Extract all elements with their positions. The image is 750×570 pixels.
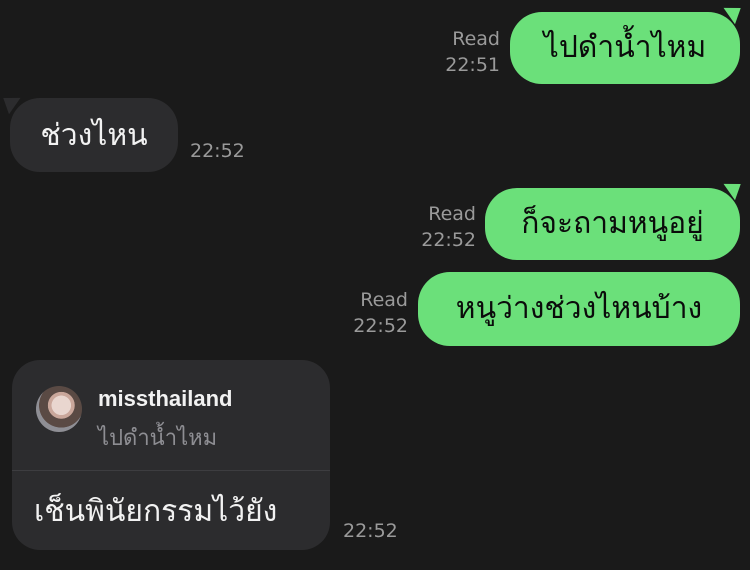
- message-time: 22:51: [445, 54, 500, 76]
- read-receipt: Read: [360, 289, 408, 311]
- message-text: ไปดำน้ำไหม: [543, 30, 707, 66]
- divider: [12, 470, 330, 471]
- avatar: [36, 386, 82, 432]
- message-time: 22:52: [421, 229, 476, 251]
- outgoing-message-bubble[interactable]: ไปดำน้ำไหม: [510, 12, 740, 84]
- quoted-message[interactable]: missthailand ไปดำน้ำไหม: [12, 360, 330, 470]
- message-time: 22:52: [353, 315, 408, 337]
- message-meta: Read 22:52: [396, 201, 476, 253]
- quoted-username: missthailand: [98, 386, 233, 411]
- incoming-reply-bubble[interactable]: missthailand ไปดำน้ำไหม เช็นพินัยกรรมไว้…: [12, 360, 330, 550]
- message-text: ก็จะถามหนูอยู่: [521, 206, 704, 242]
- incoming-message-bubble[interactable]: ช่วงไหน: [10, 98, 178, 172]
- read-receipt: Read: [428, 203, 476, 225]
- outgoing-message-bubble[interactable]: ก็จะถามหนูอยู่: [485, 188, 740, 260]
- message-meta: Read 22:51: [420, 26, 500, 78]
- message-text: ช่วงไหน: [40, 117, 148, 153]
- message-text: เช็นพินัยกรรมไว้ยัง: [34, 494, 278, 529]
- message-time: 22:52: [190, 140, 245, 162]
- chat-thread[interactable]: Read 22:51 ไปดำน้ำไหม ช่วงไหน 22:52 Read…: [0, 0, 750, 570]
- quoted-text: ไปดำน้ำไหม: [98, 426, 218, 451]
- outgoing-message-bubble[interactable]: หนูว่างช่วงไหนบ้าง: [418, 272, 740, 346]
- message-meta: Read 22:52: [328, 287, 408, 339]
- message-text: หนูว่างช่วงไหนบ้าง: [455, 291, 703, 327]
- read-receipt: Read: [452, 28, 500, 50]
- message-time: 22:52: [343, 520, 398, 542]
